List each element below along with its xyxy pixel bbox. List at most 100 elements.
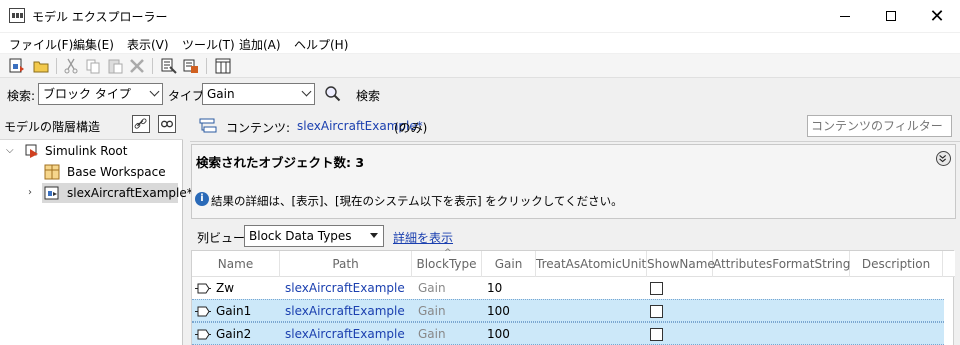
delete-icon[interactable] (128, 57, 146, 75)
search-results-panel: 検索されたオブジェクト数: 3 i 結果の詳細は、[表示]、[現在のシステム以下… (191, 144, 956, 219)
search-scope-select[interactable]: ブロック タイプ (38, 83, 163, 105)
type-select[interactable]: Gain (202, 83, 315, 105)
showname-checkbox[interactable] (650, 305, 663, 318)
table-row[interactable]: Gain1 slexAircraftExample Gain 100 (192, 299, 944, 322)
search-icon[interactable] (324, 85, 342, 103)
contents-label: コンテンツ: (226, 121, 291, 135)
new-model-icon[interactable] (8, 57, 26, 75)
column-header-path[interactable]: Path (280, 251, 412, 277)
cell-gain[interactable]: 100 (487, 323, 510, 345)
menu-help[interactable]: ヘルプ(H) (294, 36, 348, 53)
table-row[interactable]: Zw slexAircraftExample Gain 10 (192, 277, 944, 300)
table-row[interactable]: Gain2 slexAircraftExample Gain 100 (192, 322, 944, 345)
column-view-value: Block Data Types (249, 229, 352, 243)
collapse-icon[interactable] (936, 151, 951, 166)
tree-item-simulink-root[interactable]: ⌵ Simulink Root (0, 141, 183, 161)
tree-item-label: slexAircraftExample* (67, 186, 193, 200)
tree-item-slexaircraftexample[interactable]: › slexAircraftExample* (0, 183, 193, 203)
chevron-right-icon[interactable]: › (28, 187, 32, 198)
workspace-icon (44, 164, 60, 180)
open-folder-icon[interactable] (32, 57, 50, 75)
paste-icon[interactable] (106, 57, 124, 75)
menu-file[interactable]: ファイル(F) (9, 36, 73, 53)
cell-gain[interactable]: 10 (487, 277, 502, 300)
chevron-down-icon (301, 86, 312, 97)
cell-path[interactable]: slexAircraftExample (285, 323, 405, 345)
tree-item-label: Simulink Root (45, 144, 128, 158)
close-icon: ✕ (929, 5, 945, 27)
toolbar (0, 54, 960, 78)
column-header-name[interactable]: Name (192, 251, 280, 277)
model-explorer-window: モデル エクスプローラー ✕ ファイル(F) 編集(E) 表示(V) ツール(T… (0, 0, 960, 345)
cell-name: Gain2 (216, 327, 252, 341)
search-label: 検索: (7, 89, 36, 103)
type-value: Gain (207, 87, 235, 101)
gain-block-icon (195, 329, 211, 340)
model-hierarchy-title: モデルの階層構造 (4, 120, 101, 134)
showname-checkbox[interactable] (650, 282, 663, 295)
maximize-button[interactable] (868, 0, 914, 32)
cut-icon[interactable] (62, 57, 80, 75)
columns-icon[interactable] (214, 57, 232, 75)
contents-header: コンテンツ: slexAircraftExample* (のみ) (190, 110, 960, 142)
model-hierarchy-header: モデルの階層構造 (0, 110, 183, 140)
model-icon (44, 185, 60, 201)
search-scope-value: ブロック タイプ (43, 87, 131, 101)
model-hierarchy-panel: モデルの階層構造 ⌵ Simulink Root Base Workspace … (0, 110, 193, 345)
window-title: モデル エクスプローラー (32, 10, 168, 24)
contents-scope: (のみ) (394, 121, 428, 135)
chevron-down-icon[interactable]: ⌵ (6, 145, 14, 156)
search-button[interactable]: 検索 (356, 87, 380, 104)
tree-item-base-workspace[interactable]: Base Workspace (0, 162, 183, 182)
chevron-down-icon (149, 86, 160, 97)
link-icon[interactable] (132, 115, 150, 133)
cell-path[interactable]: slexAircraftExample (285, 277, 405, 300)
close-button[interactable]: ✕ (914, 0, 960, 32)
menu-add[interactable]: 追加(A) (239, 36, 281, 53)
contents-filter-input[interactable] (807, 115, 952, 137)
minimize-icon (840, 15, 850, 17)
column-header-treatasatomicunit[interactable]: TreatAsAtomicUnit (536, 251, 647, 277)
results-count: 検索されたオブジェクト数: 3 (196, 155, 365, 170)
contents-panel: コンテンツ: slexAircraftExample* (のみ) 検索されたオブ… (190, 110, 960, 345)
cell-name: Gain1 (216, 304, 252, 318)
cell-name: Zw (216, 281, 235, 295)
menu-edit[interactable]: 編集(E) (73, 36, 114, 53)
results-info-text: 結果の詳細は、[表示]、[現在のシステム以下を表示] をクリックしてください。 (211, 194, 623, 208)
results-table: Name Path BlockType ^ Gain TreatAsAtomic… (191, 248, 955, 345)
show-details-link[interactable]: 詳細を表示 (393, 229, 453, 246)
menu-view[interactable]: 表示(V) (127, 36, 169, 53)
model-settings-icon[interactable] (160, 57, 178, 75)
cell-blocktype: Gain (418, 304, 446, 318)
simulink-root-icon (24, 143, 40, 159)
column-header-gain[interactable]: Gain (482, 251, 536, 277)
cell-blocktype: Gain (418, 281, 446, 295)
table-header: Name Path BlockType ^ Gain TreatAsAtomic… (192, 248, 955, 277)
gain-block-icon (195, 306, 211, 317)
cell-blocktype: Gain (418, 327, 446, 341)
data-dictionary-icon[interactable] (182, 57, 200, 75)
minimize-button[interactable] (822, 0, 868, 32)
menu-tools[interactable]: ツール(T) (182, 36, 235, 53)
app-icon (9, 8, 25, 23)
column-view-bar: 列ビュー: Block Data Types 詳細を表示 (190, 220, 960, 250)
hierarchy-icon (199, 117, 217, 135)
menu-bar: ファイル(F) 編集(E) 表示(V) ツール(T) 追加(A) ヘルプ(H) (0, 33, 960, 53)
maximize-icon (886, 11, 896, 21)
gain-block-icon (195, 283, 211, 294)
title-bar: モデル エクスプローラー ✕ (0, 0, 960, 32)
copy-icon[interactable] (84, 57, 102, 75)
cell-path[interactable]: slexAircraftExample (285, 300, 405, 323)
showname-checkbox[interactable] (650, 328, 663, 341)
column-header-showname[interactable]: ShowName (647, 251, 715, 277)
search-bar: 検索: ブロック タイプ タイプ: Gain 検索 (0, 79, 960, 109)
column-header-description[interactable]: Description (850, 251, 943, 277)
sort-ascending-icon: ^ (444, 248, 452, 258)
column-header-attributesformatstring[interactable]: AttributesFormatString (713, 251, 850, 277)
column-view-select[interactable]: Block Data Types (244, 225, 384, 247)
dropdown-arrow-icon (370, 233, 378, 238)
column-view-label: 列ビュー: (197, 231, 250, 245)
show-hide-icon[interactable] (158, 115, 176, 133)
cell-gain[interactable]: 100 (487, 300, 510, 323)
info-icon: i (195, 192, 209, 206)
